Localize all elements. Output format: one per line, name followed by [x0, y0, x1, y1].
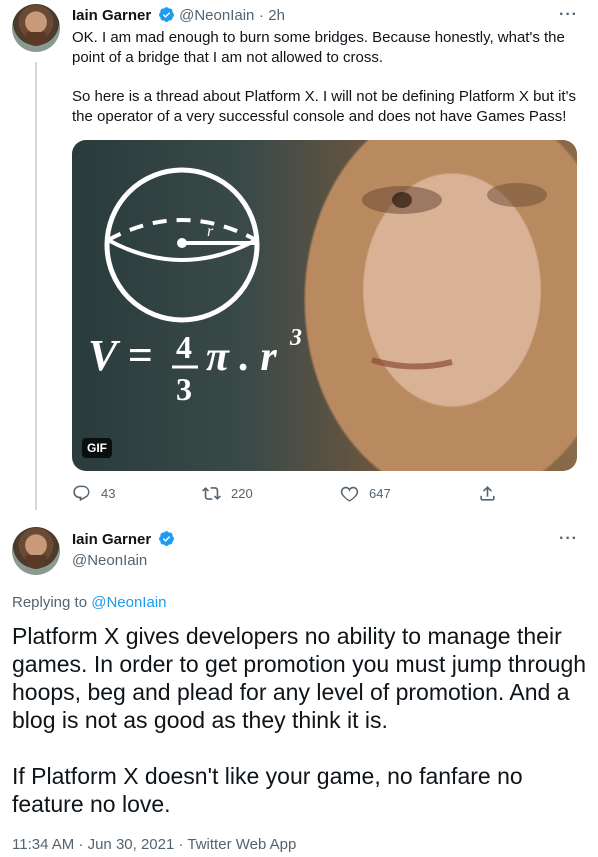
reply-icon: [73, 485, 90, 502]
formula-denominator: 3: [176, 371, 192, 407]
tweet-header: Iain Garner @NeonIain · 2h: [72, 6, 285, 25]
tweet-paragraph: OK. I am mad enough to burn some bridges…: [72, 29, 565, 66]
math-overlay-graphic: r V = 4 3 π . r 3: [88, 167, 547, 407]
reply-count: 43: [101, 486, 116, 501]
avatar[interactable]: [12, 4, 60, 52]
tweet-body: Platform X gives developers no ability t…: [12, 622, 587, 846]
tweet-metadata[interactable]: 11:34 AM · Jun 30, 2021 · Twitter Web Ap…: [12, 836, 296, 853]
separator-dot: ·: [258, 7, 264, 24]
reply-button[interactable]: 43: [72, 484, 115, 503]
formula-rhs: π . r: [206, 334, 277, 380]
more-options-icon[interactable]: ···: [559, 6, 578, 24]
share-button[interactable]: [478, 484, 507, 503]
gif-badge: GIF: [82, 438, 112, 458]
timestamp[interactable]: 2h: [268, 7, 285, 24]
tweet-paragraph: Platform X gives developers no ability t…: [12, 623, 587, 733]
replying-label: Replying to: [12, 594, 88, 611]
retweet-count: 220: [231, 486, 253, 501]
gif-media[interactable]: r V = 4 3 π . r 3: [72, 140, 577, 471]
replying-to: Replying to @NeonIain: [12, 594, 167, 611]
verified-badge-icon: [158, 531, 174, 546]
thread-connector-line: [35, 62, 37, 510]
display-name[interactable]: Iain Garner: [72, 531, 151, 548]
formula-numerator: 4: [176, 329, 192, 365]
tweet-header: Iain Garner: [72, 530, 175, 549]
retweet-button[interactable]: 220: [202, 484, 253, 503]
like-count: 647: [369, 486, 391, 501]
share-icon: [480, 486, 495, 501]
retweet-icon: [202, 487, 221, 500]
display-name[interactable]: Iain Garner: [72, 7, 151, 24]
tweet-paragraph: If Platform X doesn't like your game, no…: [12, 763, 523, 817]
like-button[interactable]: 647: [340, 484, 391, 503]
handle[interactable]: @NeonIain: [72, 552, 147, 569]
svg-text:r: r: [207, 223, 214, 240]
formula-lhs: V =: [88, 331, 153, 380]
more-options-icon[interactable]: ···: [559, 530, 578, 548]
tweet-actions: 43 220 647: [72, 484, 512, 506]
tweet-body: OK. I am mad enough to burn some bridges…: [72, 28, 577, 146]
replying-to-link[interactable]: @NeonIain: [91, 594, 166, 611]
tweet-paragraph: So here is a thread about Platform X. I …: [72, 88, 576, 125]
verified-badge-icon: [158, 7, 174, 22]
handle[interactable]: @NeonIain: [179, 7, 254, 24]
formula-exponent: 3: [289, 325, 302, 351]
avatar[interactable]: [12, 527, 60, 575]
heart-icon: [340, 486, 359, 502]
